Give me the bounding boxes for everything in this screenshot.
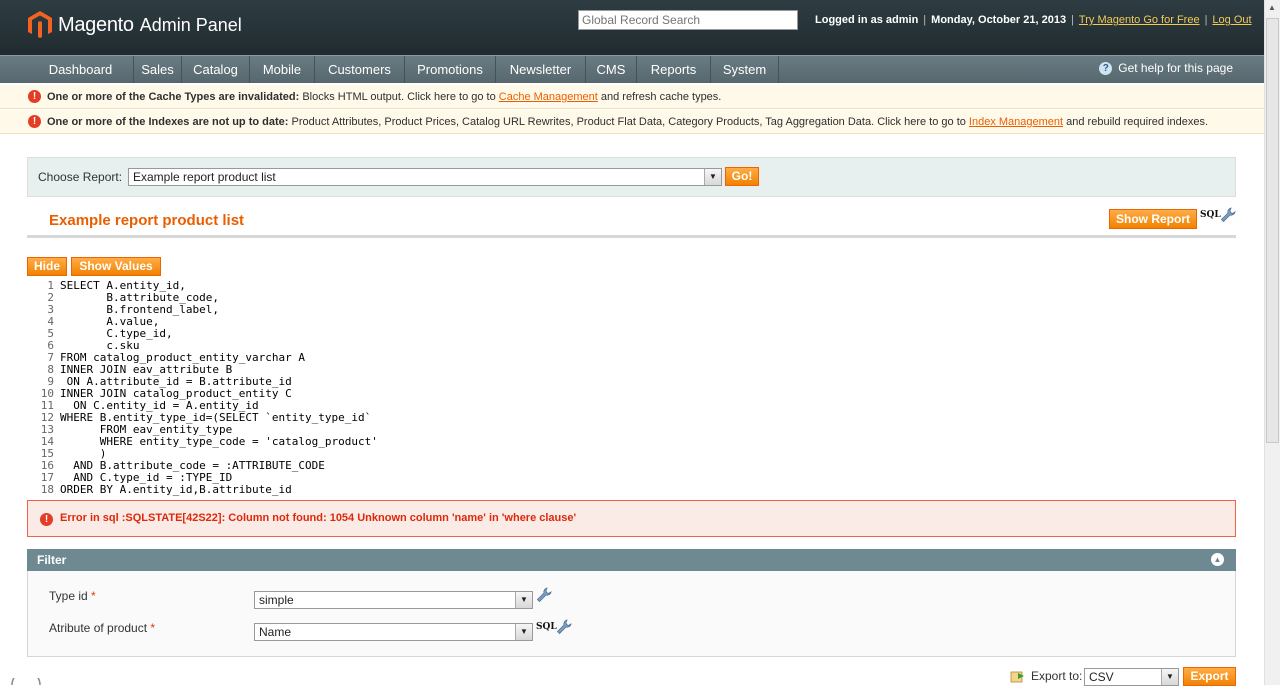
global-search-input[interactable] — [578, 10, 798, 30]
notice-tail: and refresh cache types. — [597, 91, 722, 103]
report-select-value: Example report product list — [133, 170, 276, 184]
error-icon: ! — [40, 513, 53, 526]
chevron-down-icon: ▼ — [515, 592, 532, 608]
nav-item-dashboard[interactable]: Dashboard — [28, 56, 134, 83]
export-format-select[interactable]: CSV ▼ — [1084, 668, 1179, 686]
sql-label: SQL — [1200, 210, 1221, 220]
index-notice: ! One or more of the Indexes are not up … — [0, 110, 1264, 134]
separator: | — [923, 14, 927, 26]
notice-text: One or more of the Cache Types are inval… — [47, 85, 721, 109]
help-icon: ? — [1099, 61, 1113, 75]
line-number: 18 — [40, 483, 54, 496]
help-label: Get help for this page — [1118, 61, 1233, 75]
export-button[interactable]: Export — [1183, 667, 1236, 686]
attribute-label-text: Atribute of product — [49, 621, 148, 635]
page-scrollbar[interactable]: ▲ — [1264, 0, 1280, 685]
choose-report-label: Choose Report: — [38, 170, 123, 184]
chevron-down-icon: ▼ — [1161, 669, 1178, 685]
wrench-icon[interactable] — [556, 619, 572, 635]
header: Magento Admin Panel Logged in as admin | M… — [0, 0, 1264, 55]
brand-subtitle: Admin Panel — [139, 14, 242, 35]
nav-item-catalog[interactable]: Catalog — [182, 56, 250, 83]
error-text: Error in sql :SQLSTATE[42S22]: Column no… — [60, 512, 577, 524]
error-icon: ! — [28, 115, 41, 128]
wrench-icon[interactable] — [536, 587, 552, 603]
try-magento-go-link[interactable]: Try Magento Go for Free — [1079, 14, 1200, 26]
type-id-label-text: Type id — [49, 589, 88, 603]
error-icon: ! — [28, 90, 41, 103]
filter-panel: Type id * simple ▼ Atribute of product *… — [27, 571, 1236, 657]
required-mark: * — [91, 589, 96, 603]
notice-bold: One or more of the Cache Types are inval… — [47, 91, 300, 103]
separator: | — [1204, 14, 1208, 26]
current-date: Monday, October 21, 2013 — [931, 14, 1067, 26]
export-format-value: CSV — [1089, 670, 1114, 684]
title-divider — [27, 235, 1236, 238]
type-id-label: Type id * — [49, 589, 96, 603]
main-nav: Dashboard Sales Catalog Mobile Customers… — [0, 55, 1264, 83]
sql-line: ORDER BY A.entity_id,B.attribute_id — [60, 483, 292, 496]
notice-bold: One or more of the Indexes are not up to… — [47, 116, 289, 128]
nav-item-system[interactable]: System — [711, 56, 779, 83]
report-select[interactable]: Example report product list ▼ — [128, 168, 722, 186]
show-values-button[interactable]: Show Values — [71, 257, 161, 276]
nav-item-customers[interactable]: Customers — [315, 56, 405, 83]
scrollbar-thumb[interactable] — [1266, 18, 1279, 443]
export-label: Export to: — [1031, 669, 1083, 683]
nav-item-reports[interactable]: Reports — [637, 56, 711, 83]
required-mark: * — [150, 621, 156, 635]
attribute-select[interactable]: Name ▼ — [254, 623, 533, 641]
attribute-label: Atribute of product * — [49, 621, 155, 635]
report-chooser: Choose Report: Example report product li… — [27, 157, 1236, 197]
brand-name: Magento — [58, 13, 134, 36]
cache-management-link[interactable]: Cache Management — [499, 91, 598, 103]
nav-item-mobile[interactable]: Mobile — [250, 56, 315, 83]
chevron-down-icon: ▼ — [704, 169, 721, 185]
type-id-value: simple — [259, 593, 294, 607]
scroll-up-icon[interactable]: ▲ — [1268, 3, 1276, 12]
logout-link[interactable]: Log Out — [1212, 14, 1251, 26]
sql-label: SQL — [536, 622, 557, 632]
notice-body: Blocks HTML output. Click here to go to — [299, 91, 499, 103]
chevron-down-icon: ▼ — [515, 624, 532, 640]
notice-text: One or more of the Indexes are not up to… — [47, 110, 1208, 134]
hide-button[interactable]: Hide — [27, 257, 67, 276]
export-icon — [1010, 671, 1024, 683]
wrench-icon[interactable] — [1220, 207, 1236, 223]
collapse-icon[interactable]: ▲ — [1211, 553, 1224, 566]
attribute-value: Name — [259, 625, 292, 639]
page-title: Example report product list — [49, 212, 245, 229]
magento-logo[interactable]: Magento Admin Panel — [28, 11, 242, 39]
sql-line: WHERE entity_type_code = 'catalog_produc… — [60, 435, 378, 448]
sql-code-block[interactable]: 1 2 3 4 5 6 7 8 9 10 11 12 13 14 15 16 1… — [27, 280, 1236, 496]
nav-item-newsletter[interactable]: Newsletter — [496, 56, 586, 83]
filter-header[interactable]: Filter ▲ — [27, 549, 1236, 571]
logged-in-text: Logged in as admin — [815, 14, 919, 26]
nav-item-promotions[interactable]: Promotions — [405, 56, 496, 83]
magento-logo-icon — [28, 11, 52, 38]
show-report-button[interactable]: Show Report — [1109, 209, 1197, 229]
sql-error-message: ! Error in sql :SQLSTATE[42S22]: Column … — [27, 500, 1236, 537]
go-button[interactable]: Go! — [725, 167, 759, 186]
notice-tail: and rebuild required indexes. — [1063, 116, 1209, 128]
filter-title: Filter — [37, 553, 67, 567]
nav-item-sales[interactable]: Sales — [134, 56, 182, 83]
help-link[interactable]: ? Get help for this page — [1099, 61, 1233, 75]
cache-notice: ! One or more of the Cache Types are inv… — [0, 85, 1264, 109]
notice-body: Product Attributes, Product Prices, Cata… — [288, 116, 969, 128]
user-info: Logged in as admin | Monday, October 21, 2… — [815, 14, 1252, 26]
separator: | — [1071, 14, 1074, 26]
nav-item-cms[interactable]: CMS — [586, 56, 637, 83]
index-management-link[interactable]: Index Management — [969, 116, 1063, 128]
partial-circle-icon — [11, 678, 41, 685]
type-id-select[interactable]: simple ▼ — [254, 591, 533, 609]
